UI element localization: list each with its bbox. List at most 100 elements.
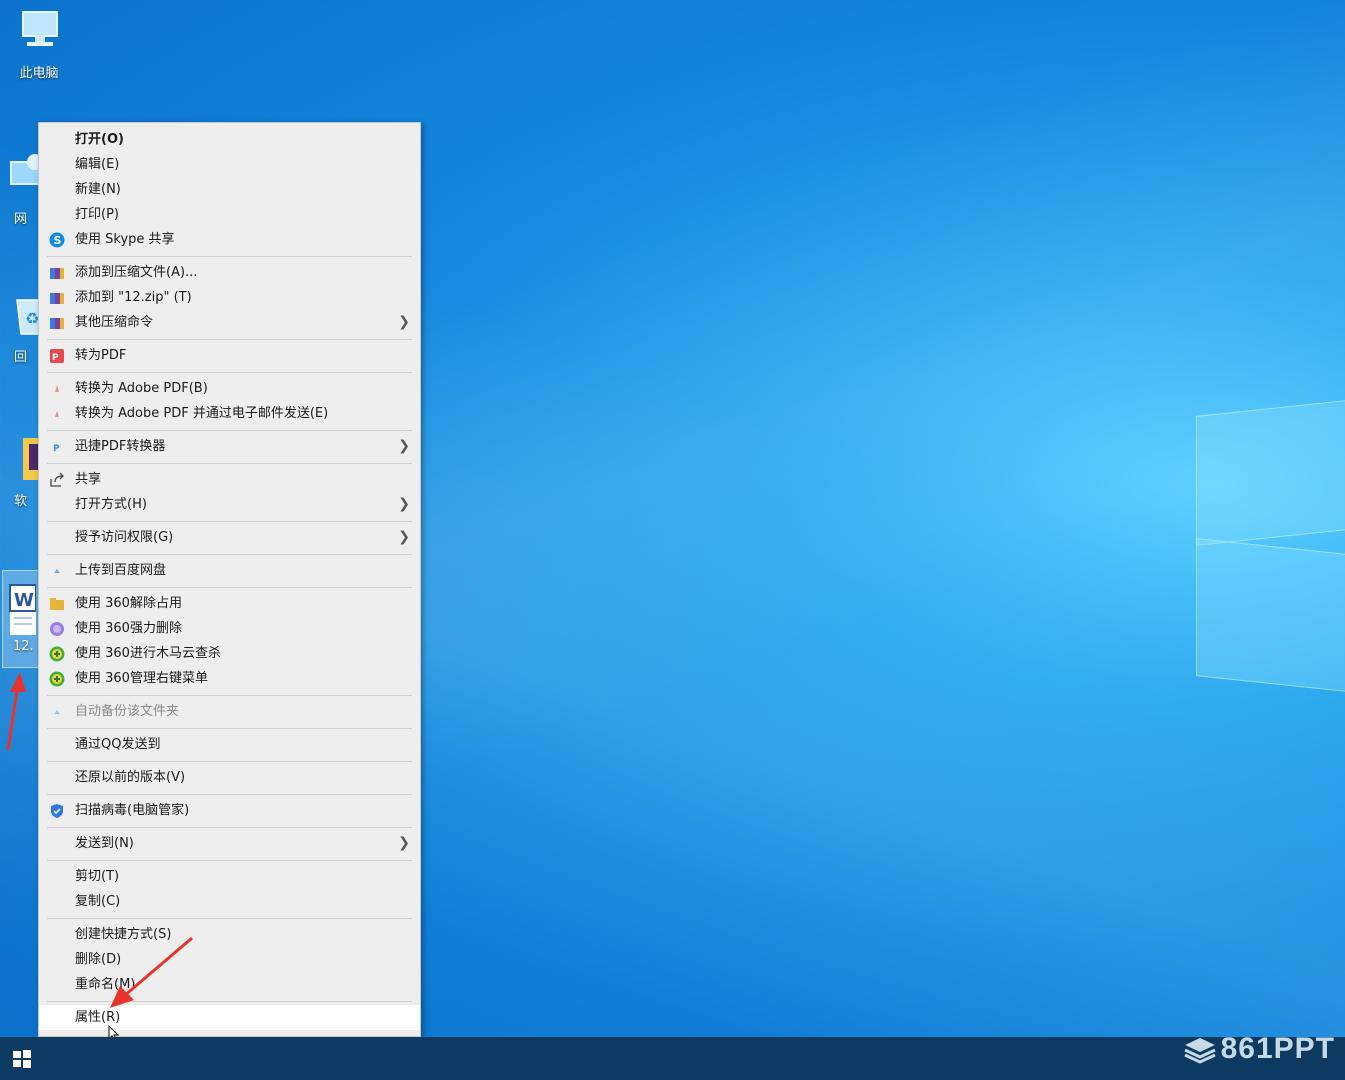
menu-item-label: 转为PDF: [75, 348, 127, 363]
desktop-icon-word-file-selected[interactable]: W 12.: [2, 570, 40, 668]
winrar-icon: [50, 268, 64, 279]
menu-separator: [47, 1001, 412, 1002]
annotation-arrow-properties: [110, 936, 193, 1008]
menu-item-delete[interactable]: 删除(D): [39, 947, 420, 972]
watermark-logo: 861PPT: [1183, 1032, 1335, 1066]
menu-item-rename[interactable]: 重命名(M): [39, 972, 420, 997]
menu-item-open[interactable]: 打开(O): [39, 127, 420, 152]
menu-item-auto-backup[interactable]: 自动备份该文件夹: [39, 699, 420, 724]
scan-360-icon: [49, 646, 65, 662]
winrar-icon: [50, 293, 64, 304]
menu-item-label: 其他压缩命令: [75, 315, 154, 330]
menu-item-label: 共享: [75, 472, 102, 487]
menu-item-label: 自动备份该文件夹: [75, 704, 180, 719]
menu-separator: [47, 339, 412, 340]
chevron-right-icon: ❯: [398, 438, 410, 454]
menu-item-360-trojan-scan[interactable]: 使用 360进行木马云查杀: [39, 641, 420, 666]
chevron-right-icon: ❯: [398, 314, 410, 330]
baidu-cloud-icon: [54, 569, 60, 573]
menu-separator: [47, 860, 412, 861]
taskbar: [0, 1037, 1345, 1080]
desktop-icon-this-pc[interactable]: 此电脑: [4, 6, 74, 81]
menu-item-share[interactable]: 共享: [39, 467, 420, 492]
desktop-icon-label: 12.: [13, 639, 34, 654]
menu-item-360-force-delete[interactable]: 使用 360强力删除: [39, 616, 420, 641]
menu-item-xunjie-pdf[interactable]: P 迅捷PDF转换器 ❯: [39, 434, 420, 459]
menu-item-label: 使用 360管理右键菜单: [75, 671, 208, 686]
winrar-icon: [50, 318, 64, 329]
desktop-icon-label: 此电脑: [19, 66, 59, 81]
menu-item-label: 上传到百度网盘: [75, 563, 167, 578]
menu-item-scan-virus[interactable]: 扫描病毒(电脑管家): [39, 798, 420, 823]
menu-item-label: 通过QQ发送到: [75, 737, 161, 752]
adobe-pdf-icon: [55, 385, 59, 392]
chevron-right-icon: ❯: [398, 835, 410, 851]
chevron-right-icon: ❯: [398, 529, 410, 545]
menu-item-label: 使用 Skype 共享: [75, 232, 175, 247]
menu-item-upload-baidu[interactable]: 上传到百度网盘: [39, 558, 420, 583]
menu-separator: [47, 463, 412, 464]
menu-item-convert-adobe-pdf[interactable]: 转换为 Adobe PDF(B): [39, 376, 420, 401]
menu-item-new[interactable]: 新建(N): [39, 177, 420, 202]
menu-item-skype-share[interactable]: S 使用 Skype 共享: [39, 227, 420, 252]
menu-item-send-to[interactable]: 发送到(N) ❯: [39, 831, 420, 856]
menu-item-properties[interactable]: 属性(R): [39, 1005, 420, 1030]
folder-360-icon: [50, 598, 64, 610]
svg-text:S: S: [54, 234, 62, 247]
menu-separator: [47, 794, 412, 795]
menu-item-restore-versions[interactable]: 还原以前的版本(V): [39, 765, 420, 790]
menu-item-label: 扫描病毒(电脑管家): [75, 803, 190, 818]
menu-item-copy[interactable]: 复制(C): [39, 889, 420, 914]
menu-item-convert-pdf[interactable]: P 转为PDF: [39, 343, 420, 368]
menu-separator: [47, 554, 412, 555]
svg-text:P: P: [52, 353, 59, 363]
chevron-right-icon: ❯: [398, 496, 410, 512]
menu-item-label: 编辑(E): [75, 157, 120, 172]
computer-icon: [22, 11, 58, 46]
menu-item-cut[interactable]: 剪切(T): [39, 864, 420, 889]
menu-item-label: 添加到压缩文件(A)...: [75, 265, 198, 280]
annotation-arrow-up: [6, 672, 26, 751]
menu-item-label: 新建(N): [75, 182, 121, 197]
menu-item-create-shortcut[interactable]: 创建快捷方式(S): [39, 922, 420, 947]
svg-text:P: P: [53, 444, 60, 454]
adobe-pdf-icon: [55, 411, 59, 417]
menu-item-other-compress[interactable]: 其他压缩命令 ❯: [39, 310, 420, 335]
pdf-icon: P: [50, 349, 64, 363]
menu-item-convert-adobe-pdf-email[interactable]: 转换为 Adobe PDF 并通过电子邮件发送(E): [39, 401, 420, 426]
menu-item-label: 转换为 Adobe PDF 并通过电子邮件发送(E): [75, 406, 329, 421]
menu-item-label: 迅捷PDF转换器: [75, 439, 166, 454]
cloud-icon: [54, 710, 60, 714]
menu-item-label: 复制(C): [75, 894, 121, 909]
menu-item-label: 剪切(T): [75, 869, 120, 884]
menu-item-send-via-qq[interactable]: 通过QQ发送到: [39, 732, 420, 757]
menu-item-label: 使用 360强力删除: [75, 621, 182, 636]
menu-separator: [47, 918, 412, 919]
menu-separator: [47, 728, 412, 729]
menu-item-open-with[interactable]: 打开方式(H) ❯: [39, 492, 420, 517]
menu-item-label: 发送到(N): [75, 836, 134, 851]
menu-separator: [47, 256, 412, 257]
menu-item-grant-access[interactable]: 授予访问权限(G) ❯: [39, 525, 420, 550]
svg-text:W: W: [14, 590, 34, 611]
shield-icon: [51, 804, 63, 818]
menu-item-360-unlock[interactable]: 使用 360解除占用: [39, 591, 420, 616]
menu-item-label: 授予访问权限(G): [75, 530, 174, 545]
menu-separator: [47, 587, 412, 588]
menu-separator: [47, 695, 412, 696]
menu-item-print[interactable]: 打印(P): [39, 202, 420, 227]
menu-item-label: 打印(P): [75, 207, 119, 222]
menu-item-360-manage-menu[interactable]: 使用 360管理右键菜单: [39, 666, 420, 691]
layers-icon: [1183, 1038, 1216, 1064]
menu-item-label: 添加到 "12.zip" (T): [75, 290, 192, 305]
menu-item-add-to-zip[interactable]: 添加到 "12.zip" (T): [39, 285, 420, 310]
menu-item-edit[interactable]: 编辑(E): [39, 152, 420, 177]
skype-icon: S: [49, 232, 65, 248]
menu-item-label: 使用 360解除占用: [75, 596, 182, 611]
menu-item-add-to-archive[interactable]: 添加到压缩文件(A)...: [39, 260, 420, 285]
menu-item-label: 打开方式(H): [75, 497, 147, 512]
menu-item-label: 使用 360进行木马云查杀: [75, 646, 221, 661]
windows-start-icon[interactable]: [12, 1049, 32, 1069]
menu-separator: [47, 761, 412, 762]
pdf-converter-icon: P: [53, 444, 60, 454]
